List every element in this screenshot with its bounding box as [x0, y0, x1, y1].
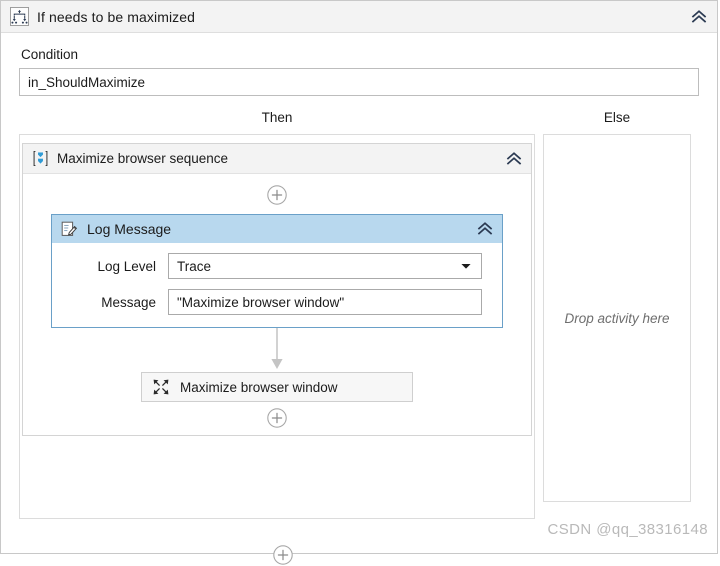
- branch-headers: Then Else: [19, 110, 699, 130]
- add-activity-button-outer[interactable]: [272, 544, 294, 566]
- condition-value: in_ShouldMaximize: [28, 74, 146, 90]
- if-activity-body: Condition in_ShouldMaximize Then Else Ma…: [1, 33, 717, 519]
- condition-label: Condition: [21, 47, 79, 62]
- add-activity-button-top[interactable]: [266, 184, 288, 206]
- log-message-activity[interactable]: Log Message Log Level Trace Message "Max…: [51, 214, 503, 328]
- log-message-collapse-chevron-icon[interactable]: [475, 219, 495, 239]
- sequence-icon: [33, 150, 48, 167]
- collapse-chevron-icon[interactable]: [689, 7, 709, 27]
- else-drop-activity-hint: Drop activity here: [564, 310, 670, 326]
- if-activity-titlebar[interactable]: If needs to be maximized: [1, 1, 717, 33]
- log-message-body: Log Level Trace Message "Maximize browse…: [52, 243, 502, 327]
- log-level-value: Trace: [177, 258, 212, 274]
- else-branch-dropzone[interactable]: Drop activity here: [543, 134, 691, 502]
- sequence-connector-arrow: [271, 328, 283, 369]
- then-branch-label: Then: [261, 110, 293, 125]
- else-branch-label: Else: [603, 110, 631, 125]
- sequence-title: Maximize browser sequence: [57, 151, 229, 166]
- maximize-browser-window-title: Maximize browser window: [180, 379, 338, 395]
- message-row: Message "Maximize browser window": [72, 289, 482, 315]
- if-activity-container[interactable]: If needs to be maximized Condition in_Sh…: [0, 0, 718, 554]
- add-activity-button-bottom[interactable]: [266, 407, 288, 429]
- sequence-collapse-chevron-icon[interactable]: [504, 149, 524, 169]
- message-input[interactable]: "Maximize browser window": [168, 289, 482, 315]
- sequence-body: Log Message Log Level Trace Message "Max…: [23, 174, 531, 435]
- sequence-activity[interactable]: Maximize browser sequence Log Message Lo…: [22, 143, 532, 436]
- watermark: CSDN @qq_38316148: [547, 521, 708, 538]
- log-level-dropdown[interactable]: Trace: [168, 253, 482, 279]
- then-branch-dropzone[interactable]: Maximize browser sequence Log Message Lo…: [19, 134, 535, 519]
- chevron-down-icon[interactable]: [460, 261, 472, 271]
- message-label: Message: [101, 294, 156, 310]
- if-activity-title: If needs to be maximized: [37, 8, 196, 25]
- message-value: "Maximize browser window": [177, 294, 345, 310]
- log-level-row: Log Level Trace: [72, 253, 482, 279]
- condition-input[interactable]: in_ShouldMaximize: [19, 68, 699, 96]
- branches-row: Maximize browser sequence Log Message Lo…: [19, 134, 699, 519]
- log-message-pencil-icon: [61, 221, 78, 236]
- log-message-titlebar[interactable]: Log Message: [52, 215, 502, 243]
- sequence-titlebar[interactable]: Maximize browser sequence: [23, 144, 531, 174]
- maximize-arrows-icon: [153, 379, 169, 395]
- log-level-label: Log Level: [97, 258, 156, 274]
- log-message-title: Log Message: [87, 221, 172, 237]
- if-branch-icon: [10, 7, 29, 26]
- maximize-browser-window-activity[interactable]: Maximize browser window: [141, 372, 413, 402]
